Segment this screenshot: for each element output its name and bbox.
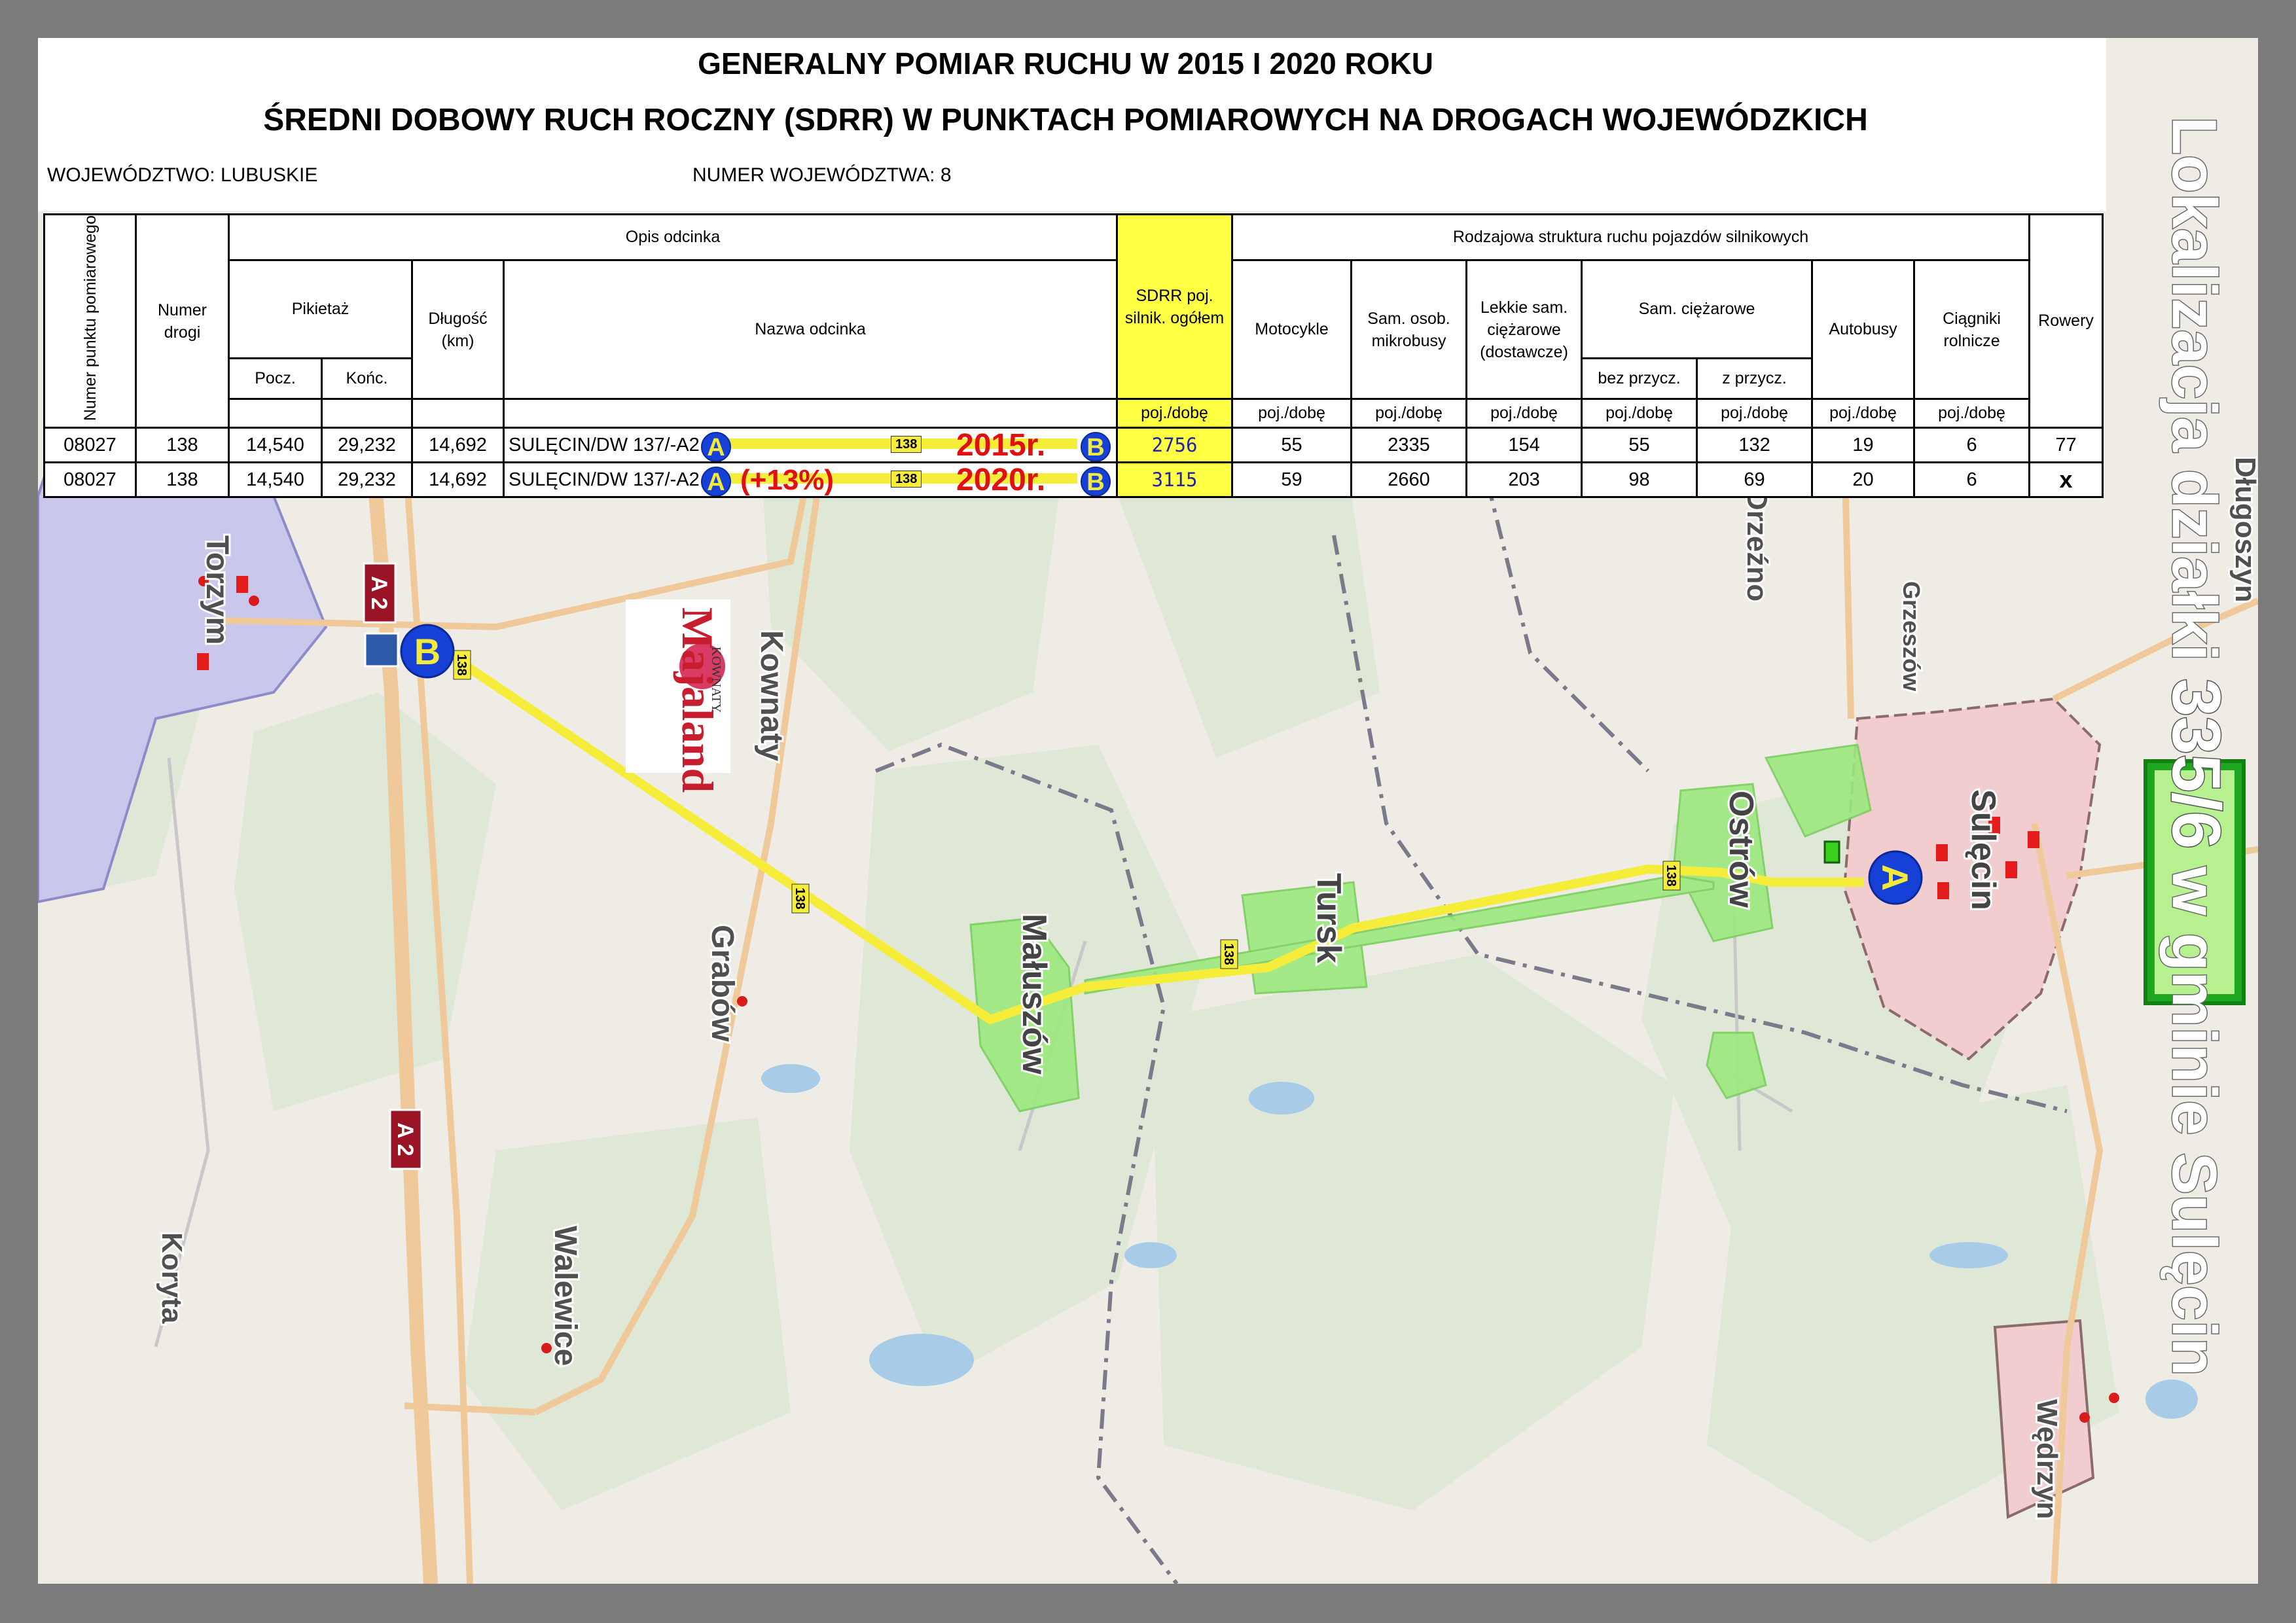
sdrr-2020: 3115: [1116, 461, 1234, 499]
numer-wojewodztwa-label: NUMER WOJEWÓDZTWA: 8: [692, 164, 952, 186]
header-nazwa: Nazwa odcinka: [502, 259, 1119, 401]
header-sdrr: SDRR poj. silnik. ogółem: [1116, 213, 1234, 401]
svg-text:A: A: [1874, 865, 1916, 891]
svg-text:A 2: A 2: [367, 576, 391, 610]
table-row: 08027 138 14,540 29,232 14,692 SULĘCIN/D…: [43, 427, 2104, 464]
year-label: 2015r.: [956, 428, 1046, 463]
table-row: 08027 138 14,540 29,232 14,692 SULĘCIN/D…: [43, 461, 2104, 499]
label-grabow: Grabów: [705, 925, 740, 1042]
label-maluszow: Małuszów: [1015, 914, 1053, 1075]
unit-lekkie: poj./dobę: [1465, 398, 1583, 429]
road-shield: 138: [891, 471, 922, 488]
point-b-marker: B: [1081, 432, 1111, 461]
label-ostrow: Ostrów: [1722, 791, 1760, 908]
growth-percent: (+13%): [740, 464, 834, 497]
svg-text:KOWNATY: KOWNATY: [709, 647, 723, 713]
majaland-logo: Majaland KOWNATY: [626, 599, 730, 793]
title-line-1: GENERALNY POMIAR RUCHU W 2015 I 2020 ROK…: [698, 46, 1433, 80]
point-a-marker: A: [701, 432, 731, 461]
sdrr-table: Numer punktu pomiarowego Numer drogi Opi…: [43, 213, 2104, 499]
point-b-marker: B: [1081, 467, 1111, 495]
label-wedrzyn: Wędrzyn: [2031, 1399, 2063, 1519]
wojewodztwo-label: WOJEWÓDZTWO: LUBUSKIE: [47, 164, 318, 186]
header-dlugosc: Długość (km): [411, 259, 505, 401]
unit-auto: poj./dobę: [1811, 398, 1916, 429]
title-line-2: ŚREDNI DOBOWY RUCH ROCZNY (SDRR) W PUNKT…: [263, 103, 1868, 137]
road-shield: 138: [891, 436, 922, 454]
header-bez: bez przycz.: [1581, 357, 1698, 401]
header-opis: Opis odcinka: [227, 213, 1119, 261]
sdrr-2015: 2756: [1116, 427, 1234, 464]
unit-bez: poj./dobę: [1581, 398, 1698, 429]
header-ciagniki: Ciągniki rolnicze: [1913, 259, 2031, 401]
label-grzeszow: Grzeszów: [1898, 581, 1925, 692]
label-kownaty: Kownaty: [754, 630, 789, 761]
header-konc: Końc.: [321, 357, 413, 401]
header-pikietaz: Pikietaż: [228, 259, 413, 360]
svg-text:138: 138: [1664, 865, 1678, 886]
label-torzym: Torzym: [200, 535, 234, 645]
unit-osob: poj./dobę: [1350, 398, 1468, 429]
header-numer-punktu: Numer punktu pomiarowego: [43, 213, 137, 429]
svg-text:B: B: [414, 631, 440, 672]
sheet: 138 138 138 138 A 2 A 2 B A Majaland KOW…: [38, 38, 2258, 1584]
header-rowery: Rowery: [2028, 213, 2104, 429]
header-pocz: Pocz.: [228, 357, 323, 401]
header-sam-osob: Sam. osob. mikrobusy: [1350, 259, 1468, 401]
label-walewice: Walewice: [548, 1226, 583, 1366]
header-lekkie: Lekkie sam. ciężarowe (dostawcze): [1465, 259, 1583, 401]
header-numer-drogi: Numer drogi: [135, 213, 230, 429]
header-z: z przycz.: [1696, 357, 1814, 401]
unit-sdrr: poj./dobę: [1116, 398, 1234, 429]
odcinek-2020: SULĘCIN/DW 137/-A2 A (+13%) 138 2020r. B: [502, 461, 1119, 499]
side-label-text: Lokalizacja działki 335/6 w gminie Sulęc…: [2158, 116, 2234, 1376]
svg-text:138: 138: [793, 887, 807, 909]
odcinek-2015: SULĘCIN/DW 137/-A2 A 138 2015r. B: [502, 427, 1119, 464]
label-tursk: Tursk: [1310, 873, 1348, 963]
label-koryta: Koryta: [156, 1232, 188, 1324]
header-autobusy: Autobusy: [1811, 259, 1916, 401]
svg-text:A 2: A 2: [393, 1122, 418, 1156]
svg-text:138: 138: [454, 654, 469, 675]
year-label: 2020r.: [956, 463, 1046, 497]
unit-moto: poj./dobę: [1231, 398, 1353, 429]
header-motocykle: Motocykle: [1231, 259, 1353, 401]
header-sam-ciez: Sam. ciężarowe: [1581, 259, 1814, 360]
svg-text:138: 138: [1221, 943, 1236, 965]
side-label: Lokalizacja działki 335/6 w gminie Sulęc…: [2144, 116, 2246, 1377]
unit-z: poj./dobę: [1696, 398, 1814, 429]
label-drzezno: Drzeźno: [1741, 490, 1773, 601]
label-sulecin: Sulęcin: [1964, 789, 2002, 910]
header-rodzajowa: Rodzajowa struktura ruchu pojazdów silni…: [1231, 213, 2031, 261]
sdrr-table-wrapper: Numer punktu pomiarowego Numer drogi Opi…: [43, 213, 2104, 499]
point-a-marker: A: [701, 467, 731, 495]
unit-ciag: poj./dobę: [1913, 398, 2031, 429]
